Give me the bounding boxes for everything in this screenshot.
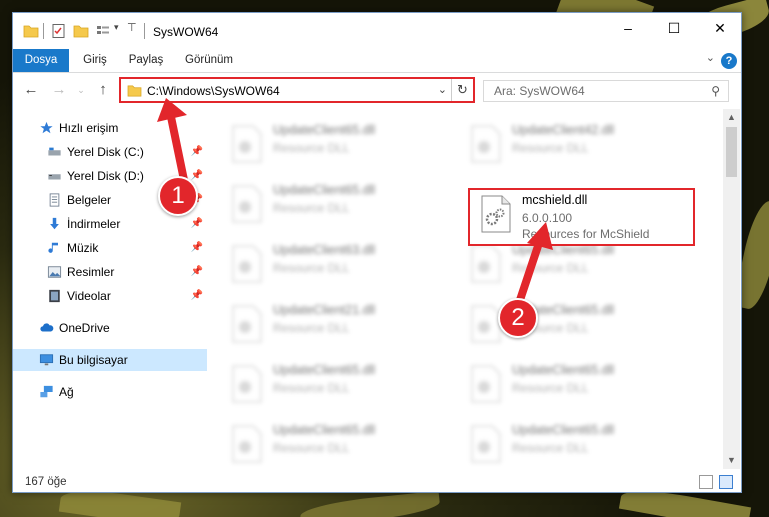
window-title: SysWOW64 (153, 25, 219, 39)
list-item[interactable]: UpdateClient21.dll Resource DLL (223, 299, 453, 351)
dll-file-icon (232, 305, 262, 343)
tab-home[interactable]: Giriş (75, 49, 115, 72)
maximize-button[interactable]: ☐ (651, 13, 697, 43)
pin-icon[interactable]: 📌 (191, 213, 203, 235)
search-box[interactable]: ⚲ (483, 80, 729, 102)
folder-icon (127, 85, 142, 97)
address-bar[interactable]: C:\Windows\SysWOW64 ⌄ ↻ (119, 77, 475, 103)
documents-icon (49, 193, 60, 207)
nav-item-quick-access[interactable]: Hızlı erişim (13, 117, 207, 139)
recent-locations-icon[interactable]: ⌄ (71, 80, 91, 100)
callout-number-1: 1 (158, 176, 198, 216)
dll-file-icon (471, 365, 501, 403)
scroll-down-icon[interactable]: ▼ (723, 452, 740, 469)
ribbon-expand-icon[interactable]: ⌄ (706, 51, 715, 64)
dll-file-icon (232, 245, 262, 283)
list-item[interactable]: UpdateClient42.dll Resource DLL (462, 119, 692, 171)
dll-file-icon (471, 125, 501, 163)
tab-file[interactable]: Dosya (13, 49, 69, 72)
list-item[interactable]: UpdateClient65.dll Resource DLL (223, 179, 453, 231)
list-item[interactable]: UpdateClient65.dll Resource DLL (462, 299, 692, 351)
drive-icon (48, 174, 61, 180)
close-button[interactable]: ✕ (697, 13, 743, 43)
properties-icon[interactable] (51, 23, 67, 39)
nav-item-network[interactable]: Ağ (13, 381, 207, 403)
scroll-up-icon[interactable]: ▲ (723, 109, 740, 126)
title-separator (144, 23, 145, 39)
list-item[interactable]: UpdateClient65.dll Resource DLL (462, 359, 692, 411)
nav-item-onedrive[interactable]: OneDrive (13, 317, 207, 339)
dll-file-icon (471, 245, 501, 283)
list-item[interactable]: UpdateClient63.dll Resource DLL (223, 239, 453, 291)
address-dropdown-icon[interactable]: ⌄ (438, 83, 447, 96)
nav-item-pictures[interactable]: Resimler 📌 (13, 261, 207, 283)
cloud-icon (40, 323, 54, 332)
nav-item-music[interactable]: Müzik 📌 (13, 237, 207, 259)
up-button[interactable]: ↑ (93, 80, 113, 100)
new-folder-icon[interactable] (73, 23, 89, 39)
nav-item-videos[interactable]: Videolar 📌 (13, 285, 207, 307)
pin-icon[interactable]: 📌 (191, 261, 203, 283)
dll-file-icon (471, 425, 501, 463)
star-icon (40, 121, 53, 134)
highlight-box (468, 188, 695, 246)
video-icon (49, 289, 60, 303)
help-button[interactable]: ? (721, 53, 737, 69)
list-item[interactable]: UpdateClient65.dll Resource DLL (462, 239, 692, 291)
dll-file-icon (232, 125, 262, 163)
scroll-thumb[interactable] (726, 127, 737, 177)
nav-item-local-disk-c[interactable]: Yerel Disk (C:) 📌 (13, 141, 207, 163)
ribbon-tabs: Dosya Giriş Paylaş Görünüm ⌄ ? (13, 49, 741, 73)
dll-file-icon (471, 305, 501, 343)
navigation-pane: Hızlı erişim Yerel Disk (C:) 📌 Yerel Dis… (13, 109, 207, 469)
pin-icon[interactable]: 📌 (191, 141, 203, 163)
tab-view[interactable]: Görünüm (177, 49, 241, 72)
download-icon (50, 217, 59, 230)
search-icon[interactable]: ⚲ (711, 84, 720, 98)
tab-share[interactable]: Paylaş (121, 49, 171, 72)
list-item[interactable]: UpdateClient65.dll Resource DLL (223, 359, 453, 411)
dll-file-icon (232, 185, 262, 223)
callout-number-2: 2 (498, 298, 538, 338)
music-icon (48, 242, 58, 253)
folder-icon (23, 25, 39, 38)
back-button[interactable]: ← (21, 80, 41, 100)
qa-separator (43, 23, 44, 39)
qa-customize-icon[interactable]: ⊤ (127, 21, 137, 37)
computer-icon (39, 354, 54, 366)
dll-file-icon (232, 365, 262, 403)
view-options-icon[interactable] (95, 23, 111, 39)
qa-dropdown-icon[interactable]: ▾ (114, 22, 119, 38)
wallpaper-leaf (299, 490, 441, 517)
address-row: ← → ⌄ ↑ C:\Windows\SysWOW64 ⌄ ↻ ⚲ (13, 74, 741, 106)
pin-icon[interactable]: 📌 (191, 237, 203, 259)
explorer-window: ▾ ⊤ SysWOW64 – ☐ ✕ Dosya Giriş Paylaş Gö… (12, 12, 742, 493)
forward-button[interactable]: → (49, 80, 69, 100)
list-item[interactable]: UpdateClient65.dll Resource DLL (223, 419, 453, 467)
vertical-scrollbar[interactable]: ▲ ▼ (723, 109, 740, 469)
item-count: 167 öğe (25, 476, 67, 488)
list-item[interactable]: UpdateClient65.dll Resource DLL (223, 119, 453, 171)
pictures-icon (47, 266, 62, 278)
network-icon (40, 385, 53, 398)
address-path: C:\Windows\SysWOW64 (147, 84, 280, 98)
title-bar: ▾ ⊤ SysWOW64 – ☐ ✕ (13, 13, 741, 49)
status-bar: 167 öğe (13, 471, 741, 493)
nav-item-downloads[interactable]: İndirmeler 📌 (13, 213, 207, 235)
refresh-button[interactable]: ↻ (451, 79, 473, 101)
minimize-button[interactable]: – (605, 13, 651, 43)
drive-icon (48, 147, 61, 156)
pin-icon[interactable]: 📌 (191, 285, 203, 307)
details-view-icon[interactable] (699, 475, 713, 489)
file-list: UpdateClient65.dll Resource DLL UpdateCl… (209, 109, 723, 467)
large-icons-view-icon[interactable] (719, 475, 733, 489)
list-item[interactable]: UpdateClient65.dll Resource DLL (462, 419, 692, 467)
nav-item-this-pc[interactable]: Bu bilgisayar (13, 349, 207, 371)
search-input[interactable] (494, 84, 694, 98)
dll-file-icon (232, 425, 262, 463)
